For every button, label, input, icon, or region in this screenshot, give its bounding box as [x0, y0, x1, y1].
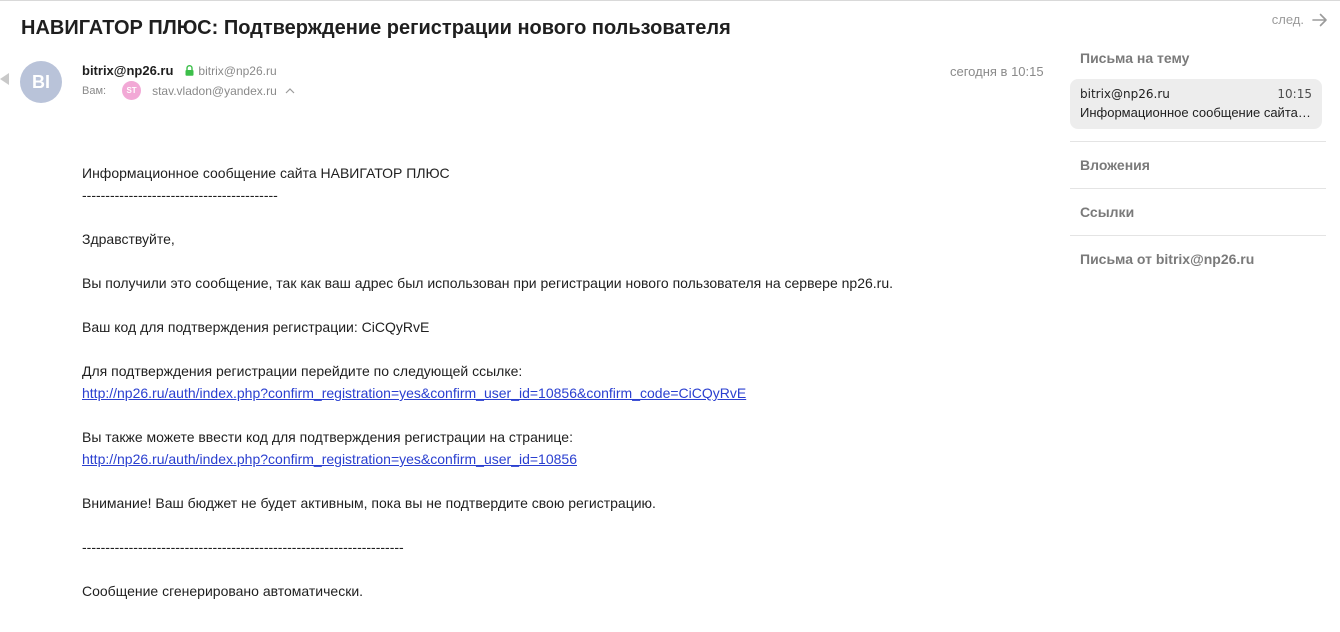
thread-heading: Письма на тему	[1080, 50, 1190, 66]
sidebar-section-from-sender[interactable]: Письма от bitrix@np26.ru	[1070, 236, 1326, 282]
body-line-intro: Информационное сообщение сайта НАВИГАТОР…	[82, 165, 450, 181]
body-reason: Вы получили это сообщение, так как ваш а…	[82, 275, 893, 291]
arrow-right-icon	[1312, 13, 1327, 26]
thread-item[interactable]: bitrix@np26.ru 10:15 Информационное сооб…	[1070, 79, 1322, 129]
recipient-avatar[interactable]: ST	[122, 81, 142, 100]
body-confirm-intro: Для подтверждения регистрации перейдите …	[82, 363, 523, 379]
sidebar-section-attachments[interactable]: Вложения	[1070, 142, 1326, 188]
recipient-line: Вам: ST stav.vladon@yandex.ru	[82, 81, 295, 100]
lock-icon	[185, 65, 194, 76]
sender-avatar[interactable]: BI	[20, 61, 62, 103]
chevron-up-icon[interactable]	[285, 87, 295, 94]
body-warning: Внимание! Ваш бюджет не будет активным, …	[82, 495, 656, 511]
thread-snippet: Информационное сообщение сайта НАВИГАТОР…	[1080, 105, 1312, 120]
recipient-email[interactable]: stav.vladon@yandex.ru	[152, 84, 277, 98]
thread-time: 10:15	[1277, 87, 1312, 101]
body-page-intro: Вы также можете ввести код для подтвержд…	[82, 429, 573, 445]
sender-line: bitrix@np26.ru bitrix@np26.ru	[82, 63, 277, 78]
sidebar-section-links[interactable]: Ссылки	[1070, 189, 1326, 235]
email-subject: НАВИГАТОР ПЛЮС: Подтверждение регистраци…	[21, 17, 731, 39]
collapse-handle[interactable]	[0, 73, 9, 85]
next-label: след.	[1271, 12, 1304, 27]
body-footer: Сообщение сгенерировано автоматически.	[82, 583, 364, 599]
recipient-label: Вам:	[82, 84, 107, 97]
body-code: Ваш код для подтверждения регистрации: C…	[82, 319, 430, 335]
body-separator-bottom: ----------------------------------------…	[82, 539, 404, 555]
confirm-link[interactable]: http://np26.ru/auth/index.php?confirm_re…	[82, 385, 746, 401]
next-email-button[interactable]: след.	[1272, 12, 1328, 27]
page-link[interactable]: http://np26.ru/auth/index.php?confirm_re…	[82, 451, 577, 467]
sidebar: Письма на тему bitrix@np26.ru 10:15 Инфо…	[1070, 50, 1326, 282]
email-date: сегодня в 10:15	[950, 64, 1044, 79]
sender-email[interactable]: bitrix@np26.ru	[198, 64, 276, 78]
sender-name[interactable]: bitrix@np26.ru	[82, 63, 173, 78]
body-greeting: Здравствуйте,	[82, 231, 175, 247]
body-separator: ----------------------------------------…	[82, 187, 278, 203]
top-border	[0, 0, 1340, 1]
